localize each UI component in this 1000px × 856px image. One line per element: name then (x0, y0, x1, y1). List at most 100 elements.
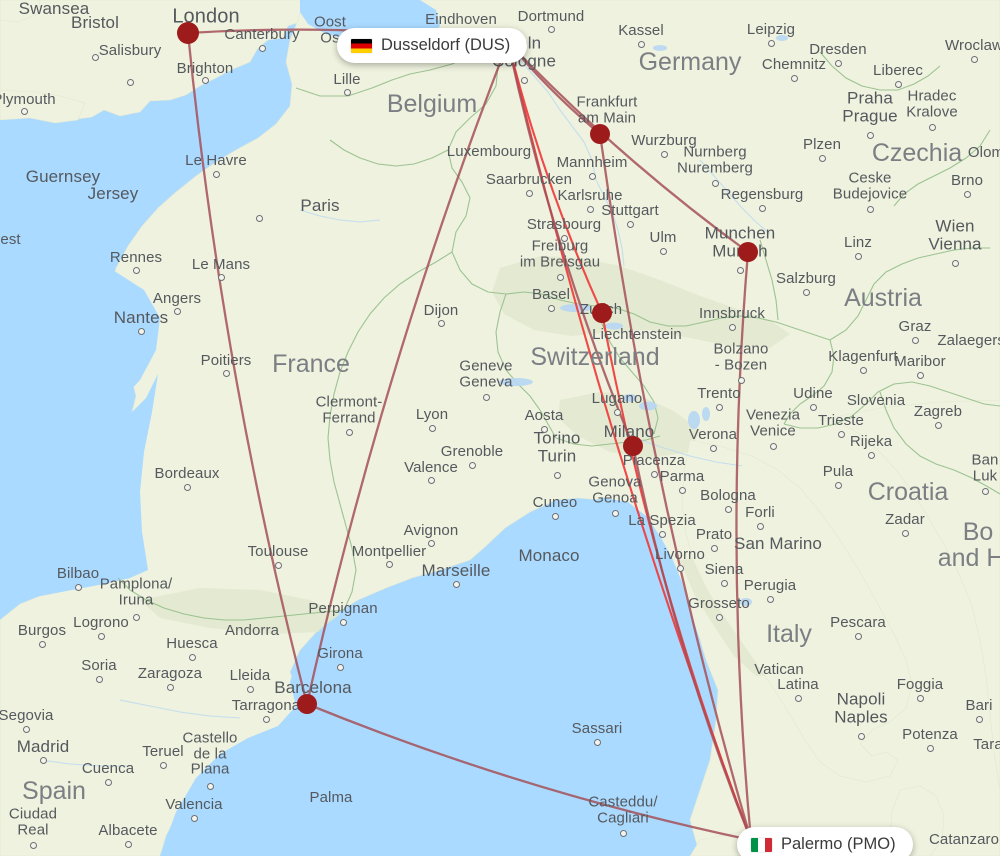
city-dot-icon (809, 403, 817, 411)
city-label: Potenza (902, 727, 958, 743)
city-label-line: Paris (300, 196, 340, 216)
city-label: Rennes (110, 250, 162, 266)
city-label: Ceske Budejovice (833, 170, 907, 201)
city-label: Plzen (803, 137, 841, 153)
city-label-line: Ban (971, 451, 999, 469)
city-label: Mannheim (557, 155, 628, 171)
airport-node-muc[interactable] (738, 242, 758, 262)
city-label-line: Hradec (907, 87, 957, 105)
city-label: Brno (951, 173, 983, 189)
city-dot-icon (437, 319, 445, 327)
airport-node-zrh[interactable] (592, 303, 612, 323)
city-label-line: Plana (190, 760, 230, 778)
city-dot-icon (336, 663, 344, 671)
city-label: Kassel (618, 23, 664, 39)
city-label: Luxembourg (447, 144, 531, 160)
city-label-line: rest (0, 231, 21, 249)
city-label-line: Freiburg (531, 237, 589, 255)
city-dot-icon (343, 88, 351, 96)
city-dot-icon (794, 694, 802, 702)
city-label-line: Lleida (229, 667, 271, 685)
city-label-line: Karlsruhe (557, 187, 623, 205)
city-label-line: Zalaegersz (937, 332, 1000, 350)
city-dot-icon (715, 613, 723, 621)
city-label: Wroclaw (945, 38, 1000, 54)
city-label: Hradec Kralove (906, 88, 958, 119)
city-dot-icon (769, 442, 777, 450)
flight-route-map[interactable]: SwanseaBristol Salisbury Plymouth Brighton L… (0, 0, 1000, 856)
city-label: Catanzaro (929, 832, 999, 848)
city-label: Lleida (230, 668, 271, 684)
country-label-line: Belgium (386, 90, 478, 118)
city-label: Zagreb (914, 404, 962, 420)
city-label: Tara (973, 737, 1000, 753)
city-label-line: Catanzaro (928, 831, 1000, 849)
airport-node-fra[interactable] (590, 124, 610, 144)
city-label: Lille (333, 72, 360, 88)
city-dot-icon (951, 259, 959, 267)
city-label: Soria (81, 658, 117, 674)
city-label: Wurzburg (631, 133, 697, 149)
city-dot-icon (132, 266, 140, 274)
airport-node-lhr[interactable] (177, 22, 199, 44)
city-dot-icon (206, 782, 214, 790)
city-label-line: Vatican (754, 661, 804, 679)
city-label: Huesca (166, 636, 217, 652)
city-label: Valencia (165, 797, 222, 813)
city-dot-icon (428, 424, 436, 432)
origin-airport-label[interactable]: Dusseldorf (DUS) (337, 28, 528, 63)
city-label: Zaragoza (138, 666, 202, 682)
city-label: Klagenfurt (828, 349, 897, 365)
city-label-line: Ulm (649, 229, 677, 247)
city-dot-icon (339, 618, 347, 626)
city-label-line: Klagenfurt (828, 348, 898, 366)
city-dot-icon (274, 561, 282, 569)
city-label: Jersey (88, 185, 139, 203)
city-dot-icon (802, 288, 810, 296)
city-label-line: Geneva (459, 373, 513, 390)
city-label-line: Dresden (809, 41, 867, 59)
city-dot-icon (928, 123, 936, 131)
city-dot-icon (911, 336, 919, 344)
city-dot-icon (837, 430, 845, 438)
city-label: Pula (823, 464, 853, 480)
city-label-line: Casteddu/ (588, 793, 658, 811)
city-label-line: Logrono (73, 614, 129, 632)
city-label: Monaco (518, 547, 579, 565)
city-label: Brighton (177, 61, 234, 77)
city-dot-icon (975, 715, 983, 723)
city-dot-icon (104, 778, 112, 786)
city-dot-icon (916, 694, 924, 702)
airport-node-mxp[interactable] (623, 436, 643, 456)
city-label: Parma (660, 469, 705, 485)
city-label: Geneve Geneva (459, 358, 512, 389)
city-label-line: Plymouth (0, 91, 56, 109)
city-label-line: Avignon (403, 522, 459, 540)
city-label: Foggia (897, 677, 943, 693)
city-label-line: Real (17, 821, 49, 838)
city-label-line: Forli (745, 504, 775, 522)
city-dot-icon (756, 522, 764, 530)
city-label-line: Huesca (166, 635, 218, 653)
city-label: Karlsruhe (557, 188, 622, 204)
city-dot-icon (553, 471, 561, 479)
city-label-line: Chemnitz (761, 56, 827, 74)
city-label: Dortmund (518, 9, 585, 25)
city-label: Cuenca (82, 761, 134, 777)
city-label: Bolzano - Bozen (714, 341, 769, 372)
destination-airport-label[interactable]: Palermo (PMO) (737, 827, 913, 856)
city-label: Logrono (73, 615, 129, 631)
city-label-line: Slovenia (846, 392, 906, 410)
city-label: Bologna (700, 488, 756, 504)
city-dot-icon (547, 304, 555, 312)
country-label-line: Bo (962, 518, 994, 546)
city-dot-icon (854, 252, 862, 260)
city-label-line: Bolzano (713, 340, 769, 358)
city-label: Salisbury (99, 43, 162, 59)
city-label-line: Prague (842, 106, 898, 125)
city-label: Maribor (894, 354, 946, 370)
airport-node-bcn[interactable] (297, 694, 317, 714)
city-label-line: Wroclaw (945, 37, 1000, 55)
city-dot-icon (159, 761, 167, 769)
city-label-line: La Spezia (628, 512, 696, 530)
